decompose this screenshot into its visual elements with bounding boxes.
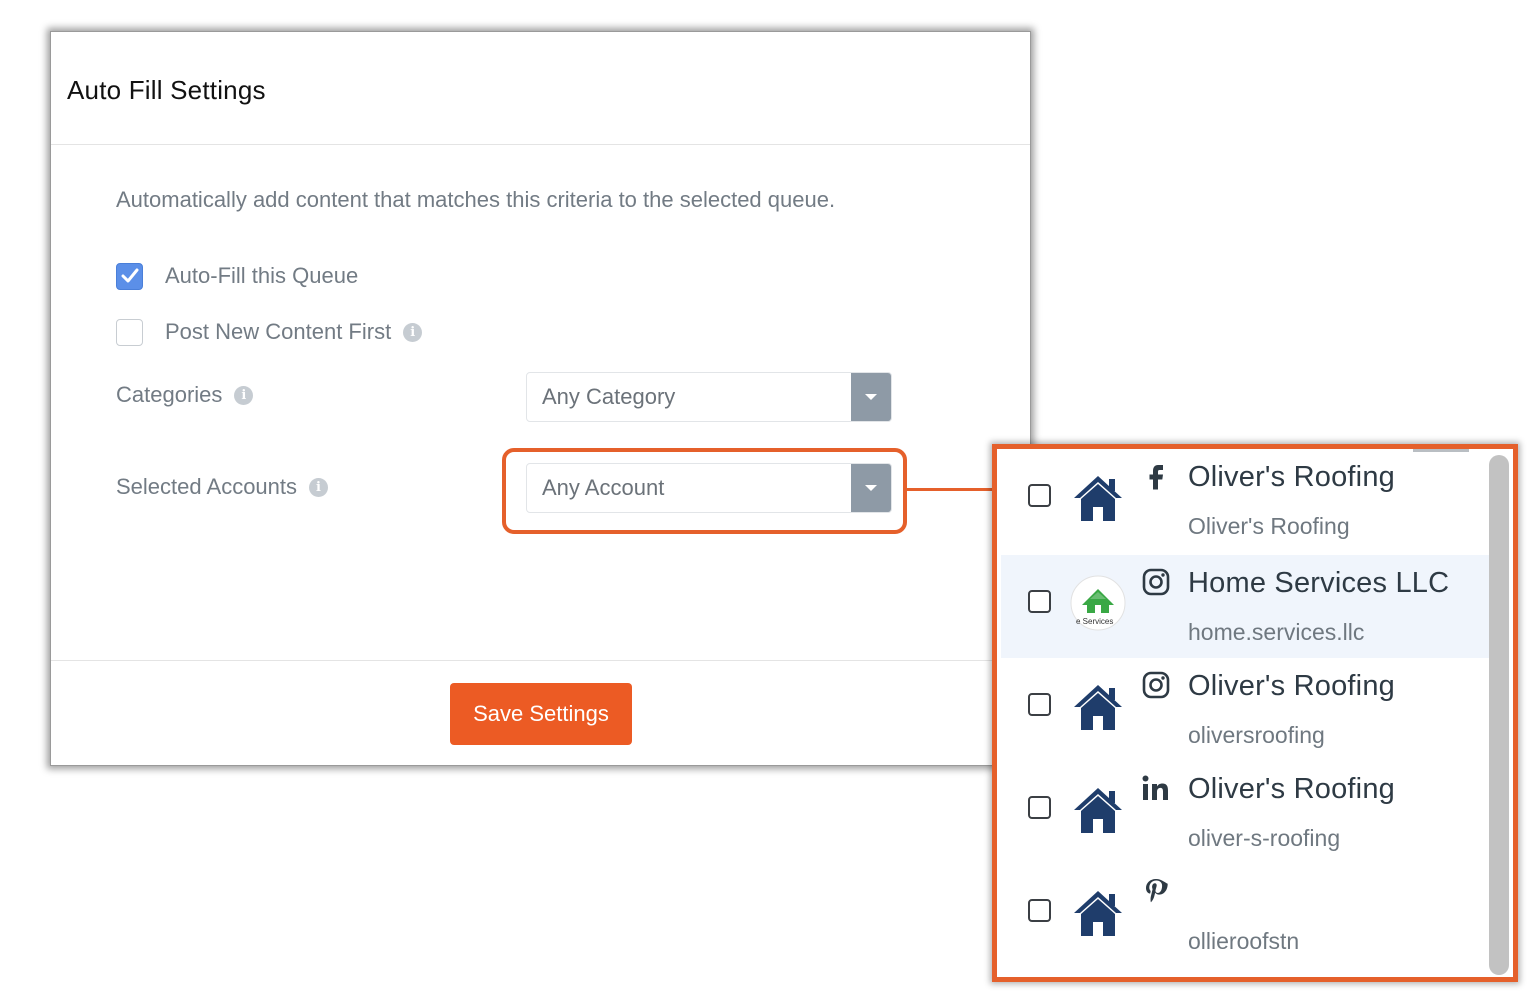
avatar-caption: e Services: [1076, 617, 1114, 626]
auto-fill-settings-modal: Auto Fill Settings Automatically add con…: [50, 31, 1031, 766]
account-handle: ollieroofstn: [1188, 928, 1300, 954]
account-option[interactable]: e Services Home Services LLC home.servic…: [1001, 555, 1491, 658]
accounts-label: Selected Accounts: [116, 474, 298, 499]
auto-fill-option[interactable]: Auto-Fill this Queue: [116, 262, 358, 290]
categories-dropdown-toggle[interactable]: [851, 373, 891, 421]
account-checkbox[interactable]: [1028, 590, 1051, 613]
intro-text: Automatically add content that matches t…: [116, 187, 836, 212]
categories-label: Categories: [116, 382, 223, 407]
account-checkbox[interactable]: [1028, 484, 1051, 507]
house-logo-icon: [1074, 788, 1122, 833]
post-new-first-label: Post New Content First: [165, 319, 392, 344]
account-handle: Oliver's Roofing: [1188, 513, 1350, 539]
annotation-connector: [907, 488, 997, 491]
categories-label-row: Categories i: [116, 382, 254, 408]
accounts-dropdown-panel: Oliver's Roofing Oliver's Roofing e Serv…: [992, 444, 1518, 982]
post-new-first-checkbox[interactable]: [116, 318, 143, 346]
annotation-highlight: [502, 448, 907, 534]
auto-fill-label: Auto-Fill this Queue: [165, 263, 359, 288]
checkmark-icon: [121, 268, 138, 283]
account-option[interactable]: Oliver's Roofing oliversroofing: [1001, 658, 1491, 761]
pinterest-icon: [1146, 879, 1168, 903]
modal-header: Auto Fill Settings: [51, 32, 1030, 145]
account-checkbox[interactable]: [1028, 899, 1051, 922]
instagram-icon: [1142, 671, 1170, 699]
scrollbar-track[interactable]: [1489, 449, 1513, 977]
account-checkbox[interactable]: [1028, 693, 1051, 716]
accounts-label-row: Selected Accounts i: [116, 474, 329, 500]
account-handle: oliver-s-roofing: [1188, 825, 1341, 851]
info-icon[interactable]: i: [403, 322, 423, 342]
account-option[interactable]: ollieroofstn: [1001, 864, 1491, 967]
categories-select[interactable]: Any Category: [526, 372, 892, 422]
info-icon[interactable]: i: [234, 385, 254, 405]
account-handle: oliversroofing: [1188, 722, 1325, 748]
account-name: Oliver's Roofing: [1188, 773, 1395, 805]
modal-footer-divider: [51, 660, 1030, 661]
account-option[interactable]: Oliver's Roofing oliver-s-roofing: [1001, 761, 1491, 864]
auto-fill-checkbox[interactable]: [116, 262, 143, 290]
instagram-icon: [1142, 568, 1170, 596]
caret-down-icon: [865, 394, 877, 400]
categories-select-value: Any Category: [542, 384, 676, 409]
account-option[interactable]: Oliver's Roofing Oliver's Roofing: [1001, 449, 1491, 552]
account-checkbox[interactable]: [1028, 796, 1051, 819]
account-handle: home.services.llc: [1188, 619, 1365, 645]
scrollbar-thumb[interactable]: [1489, 455, 1509, 975]
save-settings-button[interactable]: Save Settings: [450, 683, 632, 745]
account-name: Home Services LLC: [1188, 567, 1450, 599]
modal-title: Auto Fill Settings: [67, 75, 266, 105]
account-name: Oliver's Roofing: [1188, 461, 1395, 493]
post-new-first-option[interactable]: Post New Content First i: [116, 318, 423, 346]
house-logo-icon: [1074, 891, 1122, 936]
house-logo-icon: [1074, 476, 1122, 521]
house-logo-icon: [1074, 685, 1122, 730]
info-icon[interactable]: i: [309, 477, 329, 497]
account-name: Oliver's Roofing: [1188, 670, 1395, 702]
facebook-icon: [1149, 465, 1163, 490]
linkedin-icon: [1142, 775, 1168, 800]
